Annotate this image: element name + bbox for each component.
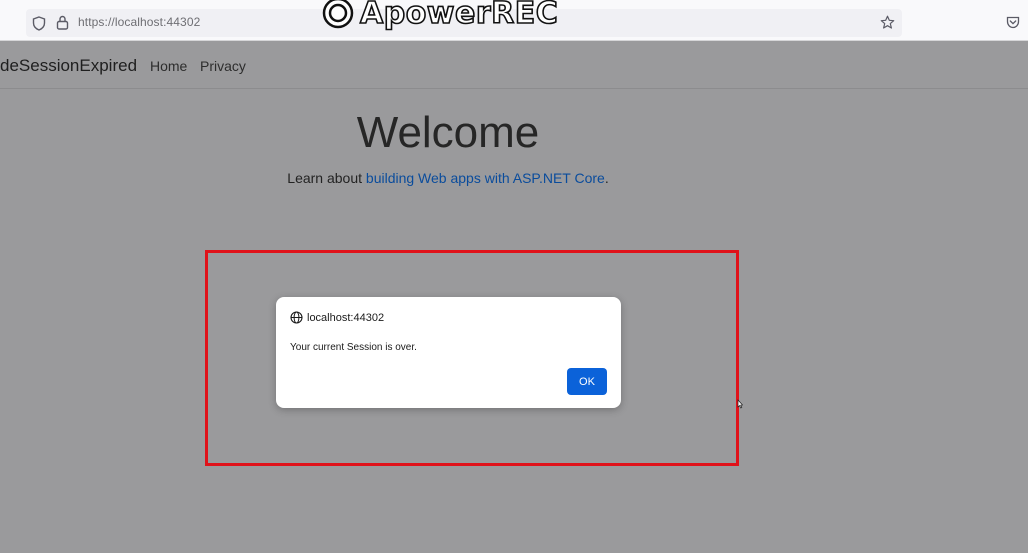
- watermark-text: ApowerREC: [359, 0, 559, 31]
- nav-privacy[interactable]: Privacy: [200, 58, 246, 74]
- alert-dialog: localhost:44302 Your current Session is …: [276, 297, 621, 408]
- page-title: Welcome: [356, 108, 540, 157]
- url-text[interactable]: https://localhost:44302: [78, 15, 200, 29]
- pocket-icon[interactable]: [1006, 16, 1020, 34]
- cursor-icon: [737, 396, 744, 414]
- site-navbar: deSessionExpired Home Privacy: [0, 41, 1028, 89]
- lead-text: Learn about building Web apps with ASP.N…: [0, 170, 896, 186]
- lead-suffix: .: [604, 170, 609, 186]
- dialog-origin: localhost:44302: [290, 311, 384, 324]
- apowerrec-logo-icon: [322, 0, 354, 29]
- lead-link[interactable]: building Web apps with ASP.NET Core: [366, 170, 605, 186]
- site-brand[interactable]: deSessionExpired: [0, 56, 137, 76]
- apowerrec-watermark: ApowerREC: [318, 0, 559, 34]
- lead-prefix: Learn about: [287, 170, 366, 186]
- star-icon[interactable]: [880, 15, 895, 35]
- dialog-origin-text: localhost:44302: [307, 311, 385, 324]
- ok-button[interactable]: OK: [567, 368, 607, 395]
- page-root: https://localhost:44302 ApowerREC deSess…: [0, 0, 1028, 553]
- shield-icon[interactable]: [32, 16, 46, 36]
- globe-icon: [290, 311, 303, 324]
- dialog-message: Your current Session is over.: [290, 342, 417, 353]
- nav-home[interactable]: Home: [150, 58, 187, 74]
- lock-icon[interactable]: [56, 15, 69, 35]
